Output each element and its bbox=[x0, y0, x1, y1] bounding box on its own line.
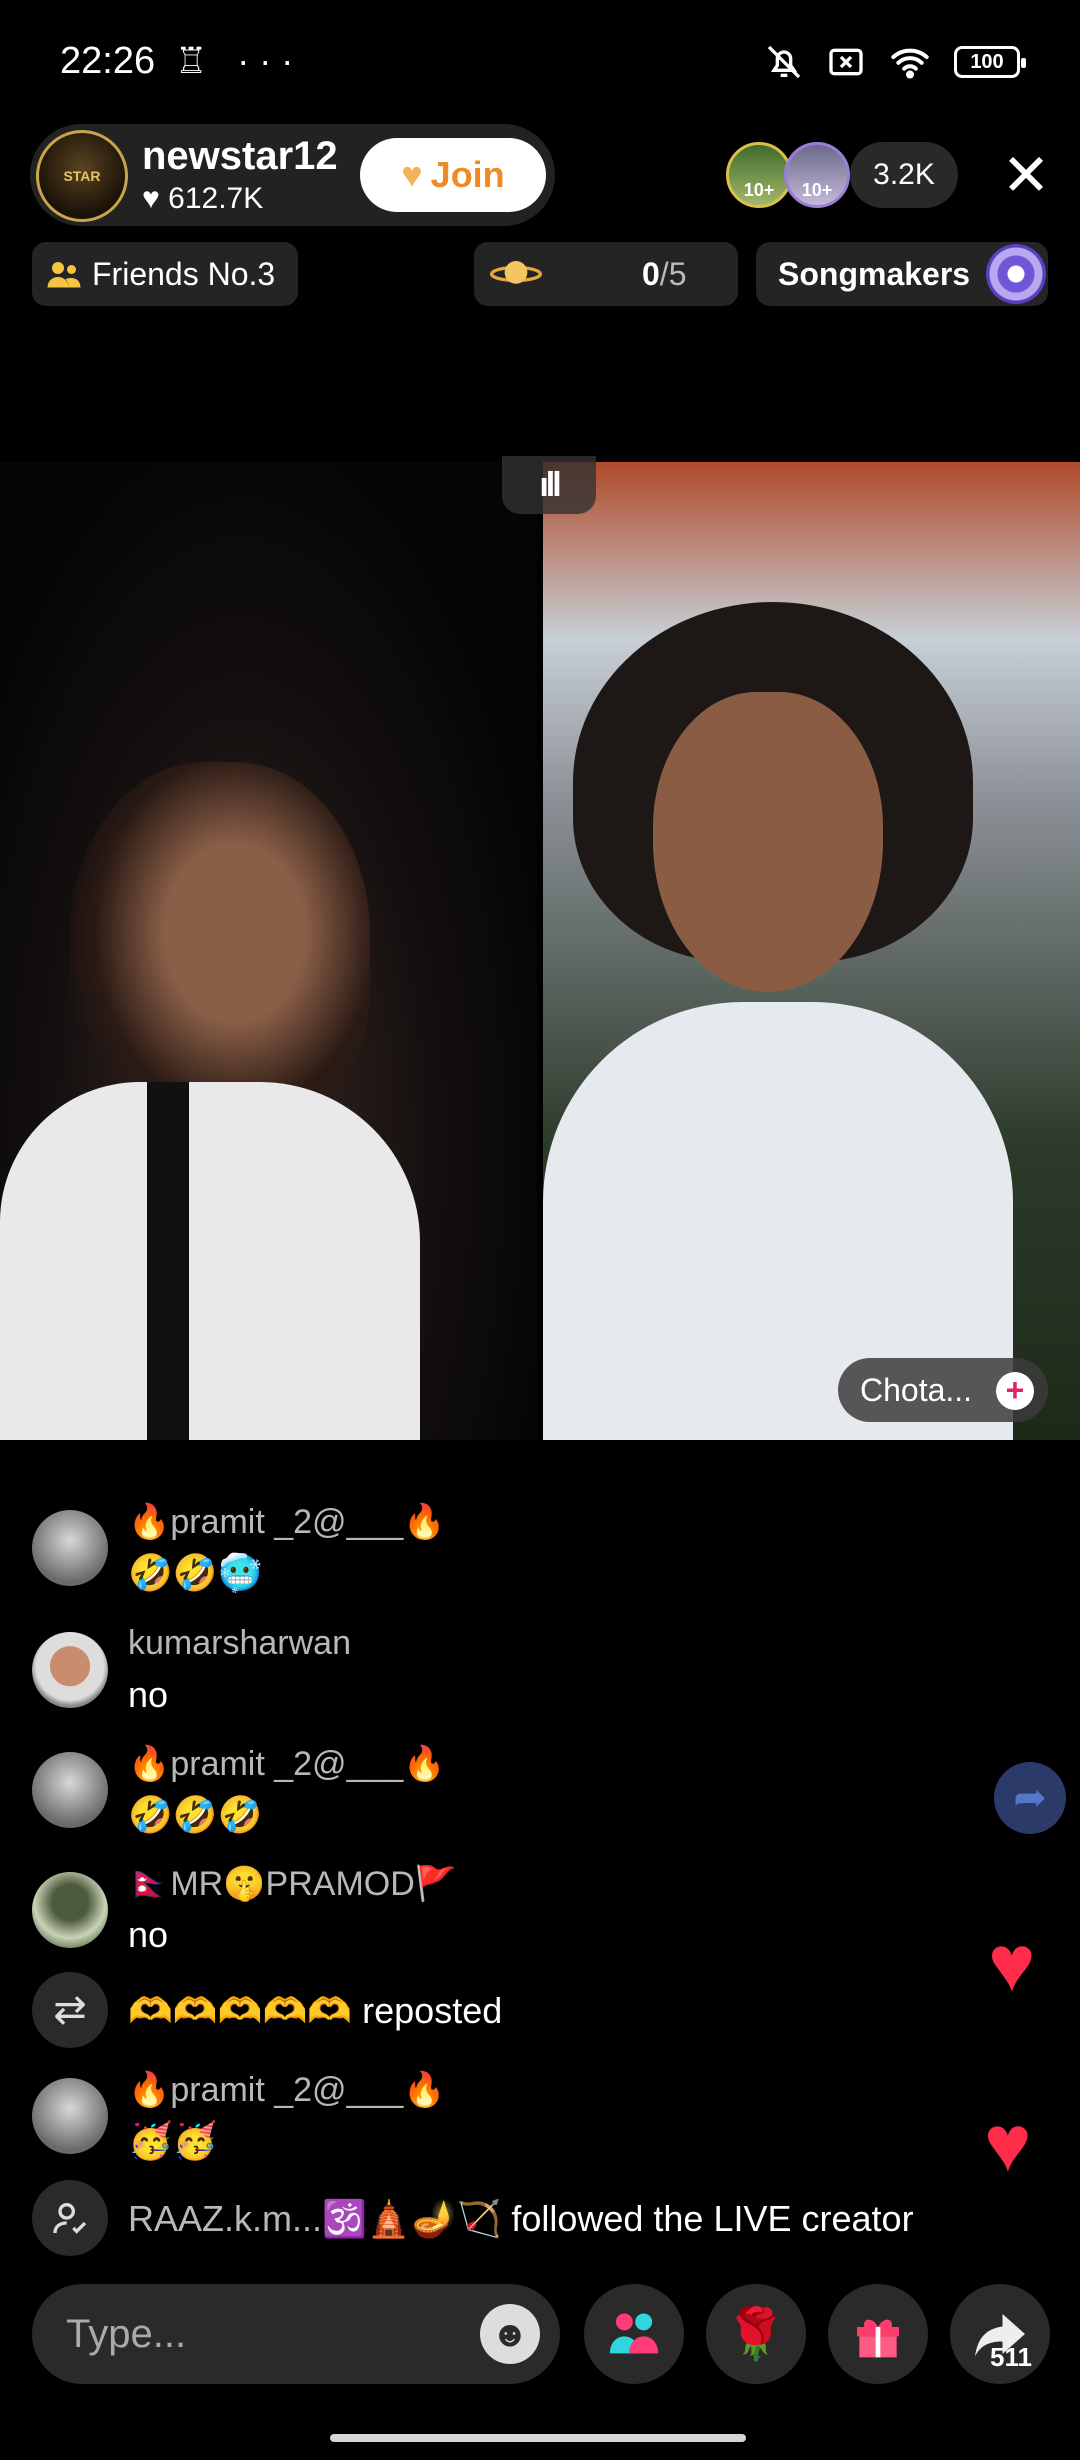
gift-button[interactable] bbox=[828, 2284, 928, 2384]
status-notification-icons: ♖ ··· bbox=[175, 40, 304, 81]
avatar[interactable] bbox=[32, 1872, 108, 1948]
audio-level-icon: ıll bbox=[502, 456, 596, 514]
people-icon bbox=[47, 262, 81, 288]
music-disc-icon bbox=[986, 244, 1046, 304]
multi-guest-icon bbox=[609, 2313, 659, 2354]
host-info-pill[interactable]: STAR newstar12 ♥ 612.7K ♥ Join bbox=[30, 124, 555, 226]
viewer-avatar[interactable]: 10+ bbox=[726, 142, 792, 208]
follow-text: RAAZ.k.m...🕉️🛕🪔🏹 followed the LIVE creat… bbox=[128, 2198, 914, 2240]
gift-icon bbox=[857, 2319, 899, 2358]
repost-notice: ⇄ 🫶🫶🫶🫶🫶 reposted bbox=[32, 1972, 972, 2052]
wifi-icon bbox=[891, 48, 929, 79]
repost-text: 🫶🫶🫶🫶🫶 reposted bbox=[128, 1990, 502, 2032]
floating-heart-icon: ♥ bbox=[988, 1919, 1036, 2008]
avatar[interactable] bbox=[32, 1752, 108, 1828]
rose-icon: 🌹 bbox=[724, 2305, 788, 2362]
chat-username[interactable]: 🔥pramit _2@___🔥 bbox=[128, 1502, 446, 1542]
floating-heart-icon: ♥ bbox=[984, 2099, 1032, 2188]
top-viewers[interactable]: 10+ 10+ bbox=[726, 142, 850, 212]
join-button[interactable]: ♥ Join bbox=[360, 138, 546, 212]
chat-message[interactable]: 🔥pramit _2@___🔥 🤣🤣🤣 bbox=[32, 1745, 972, 1842]
goal-progress: 0 bbox=[642, 255, 660, 292]
guest-video-feed[interactable] bbox=[543, 462, 1080, 1440]
no-sim-icon bbox=[829, 48, 863, 76]
battery-icon: 100 bbox=[954, 46, 1026, 78]
chat-username[interactable]: kumarsharwan bbox=[128, 1624, 351, 1663]
chat-username[interactable]: 🔥pramit _2@___🔥 bbox=[128, 2070, 446, 2110]
repost-emoji: 🫶🫶🫶🫶🫶 bbox=[128, 1990, 353, 2031]
goal-total: /5 bbox=[659, 255, 687, 292]
share-arrow-icon[interactable]: ➦ bbox=[994, 1762, 1066, 1834]
chat-text: 🥳🥳 bbox=[128, 2120, 218, 2161]
songmakers-chip[interactable]: Songmakers bbox=[756, 242, 1048, 306]
host-likes-value: 612.7K bbox=[168, 182, 264, 215]
chat-username[interactable]: 🇳🇵MR🤫PRAMOD🚩 bbox=[128, 1864, 457, 1904]
host-likes: ♥ 612.7K bbox=[142, 182, 263, 216]
close-icon[interactable]: ✕ bbox=[996, 146, 1056, 206]
join-label: Join bbox=[430, 154, 505, 195]
friends-rank-label: Friends No.3 bbox=[92, 255, 276, 292]
guest-face bbox=[653, 692, 883, 992]
host-avatar[interactable]: STAR bbox=[36, 130, 128, 222]
status-right-icons: 100 bbox=[764, 42, 1026, 82]
status-time: 22:26 bbox=[60, 40, 156, 82]
chat-message[interactable]: kumarsharwan no bbox=[32, 1624, 972, 1722]
chat-message[interactable]: 🔥pramit _2@___🔥 🥳🥳 bbox=[32, 2071, 972, 2168]
guest-name-tag[interactable]: Chota... + bbox=[838, 1358, 1048, 1422]
user-follow-icon bbox=[32, 2180, 108, 2256]
chat-username[interactable]: 🔥pramit _2@___🔥 bbox=[128, 1744, 446, 1784]
follow-action: followed the LIVE creator bbox=[511, 2198, 914, 2239]
chat-text: no bbox=[128, 1674, 169, 1715]
heart-plus-icon: ♥ bbox=[401, 154, 423, 195]
repost-action: reposted bbox=[362, 1990, 503, 2031]
guest-name: Chota... bbox=[860, 1371, 973, 1408]
friends-rank-chip[interactable]: Friends No.3 bbox=[32, 242, 298, 306]
songmakers-label: Songmakers bbox=[778, 255, 971, 292]
host-video-feed[interactable] bbox=[0, 462, 537, 1440]
avatar[interactable] bbox=[32, 2078, 108, 2154]
person-check-icon bbox=[53, 2203, 87, 2234]
viewer-avatar[interactable]: 10+ bbox=[784, 142, 850, 208]
rose-gift-button[interactable]: 🌹 bbox=[706, 2284, 806, 2384]
share-count: 511 bbox=[990, 2342, 1032, 2372]
follow-notice: RAAZ.k.m...🕉️🛕🪔🏹 followed the LIVE creat… bbox=[32, 2180, 972, 2260]
host-shirt bbox=[0, 1082, 420, 1440]
host-name: newstar12 bbox=[142, 134, 338, 178]
comment-placeholder: Type... bbox=[66, 2312, 187, 2356]
home-indicator[interactable] bbox=[330, 2434, 746, 2442]
chat-message[interactable]: 🇳🇵MR🤫PRAMOD🚩 no bbox=[32, 1865, 972, 1962]
comment-input[interactable]: Type... ☻ bbox=[32, 2284, 560, 2384]
planet-icon bbox=[490, 261, 542, 284]
chat-text: 🤣🤣🥶 bbox=[128, 1552, 263, 1593]
multi-guest-button[interactable] bbox=[584, 2284, 684, 2384]
emoji-icon[interactable]: ☻ bbox=[480, 2304, 540, 2364]
viewer-count[interactable]: 3.2K bbox=[850, 142, 958, 208]
chat-text: 🤣🤣🤣 bbox=[128, 1794, 263, 1835]
chat-message[interactable]: 🔥pramit _2@___🔥 🤣🤣🥶 bbox=[32, 1503, 972, 1600]
status-bar: 22:26 ♖ ··· 100 bbox=[0, 0, 1080, 120]
follower-name[interactable]: RAAZ.k.m...🕉️🛕🪔🏹 bbox=[128, 2198, 501, 2239]
chat-text: no bbox=[128, 1914, 169, 1955]
repost-icon: ⇄ bbox=[32, 1972, 108, 2048]
follow-plus-icon[interactable]: + bbox=[996, 1372, 1034, 1410]
heart-icon: ♥ bbox=[142, 182, 160, 215]
goal-chip[interactable]: 0/5 bbox=[474, 242, 738, 306]
mute-bell-icon bbox=[767, 45, 801, 79]
avatar[interactable] bbox=[32, 1632, 108, 1708]
avatar[interactable] bbox=[32, 1510, 108, 1586]
